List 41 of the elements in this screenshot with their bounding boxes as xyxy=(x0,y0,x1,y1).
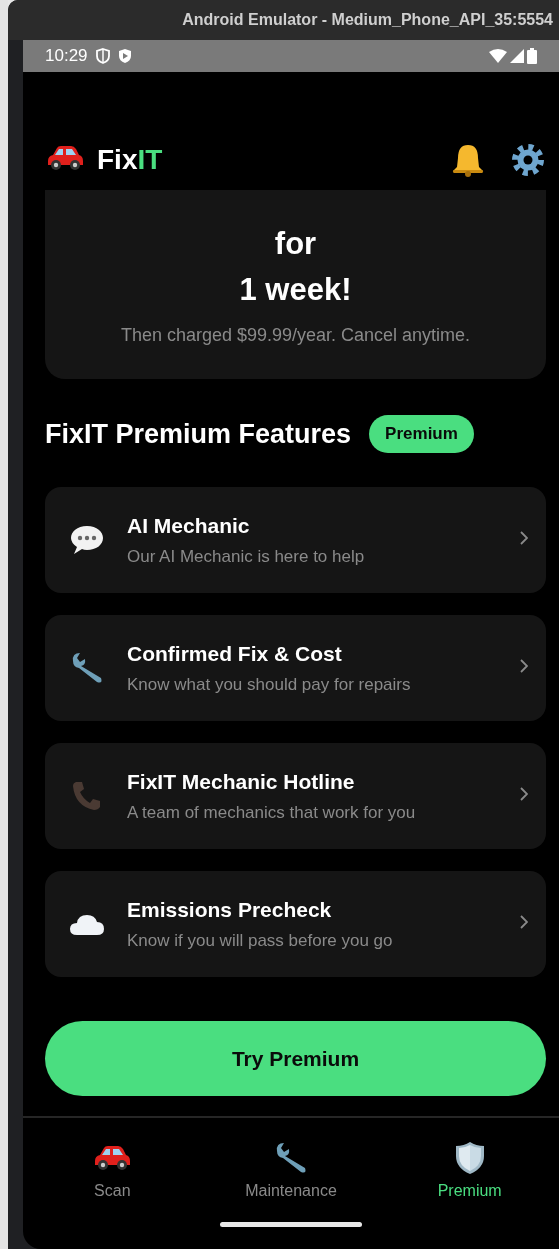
speech-bubble-icon xyxy=(69,524,105,556)
play-shield-icon xyxy=(117,48,132,64)
feature-title: Confirmed Fix & Cost xyxy=(127,641,343,666)
wrench-icon[interactable] xyxy=(274,1141,308,1175)
premium-badge: Premium xyxy=(369,415,474,453)
shield-icon[interactable] xyxy=(453,1140,486,1176)
feature-card[interactable]: AI Mechanic Our AI Mechanic is here to help xyxy=(45,487,546,593)
feature-card[interactable]: Emissions Precheck Know if you will pass before you go xyxy=(45,871,546,977)
promo-headline: 1 week! xyxy=(239,271,352,309)
feature-description: A team of mechanics that work for you xyxy=(127,802,417,823)
promo-headline: for xyxy=(274,225,317,263)
feature-title: FixIT Mechanic Hotline xyxy=(127,769,356,794)
nav-tab[interactable]: Premium xyxy=(380,1140,559,1202)
car-icon xyxy=(45,145,85,171)
car-icon[interactable] xyxy=(92,1145,133,1171)
settings-icon[interactable] xyxy=(510,142,546,178)
app-logo-text: FixIT xyxy=(97,144,163,176)
try-premium-button[interactable]: Try Premium xyxy=(45,1021,546,1096)
battery-icon xyxy=(527,48,537,64)
shield-outline-icon xyxy=(95,48,110,64)
window-title: Android Emulator - Medium_Phone_API_35:5554 xyxy=(182,11,553,29)
feature-card[interactable]: Confirmed Fix & Cost Know what you should pay for repairs xyxy=(45,615,546,721)
chevron-right-icon xyxy=(520,787,528,801)
status-time: 10:29 xyxy=(45,46,88,66)
feature-description: Our AI Mechanic is here to help xyxy=(127,546,366,567)
feature-description: Know what you should pay for repairs xyxy=(127,674,412,695)
wifi-icon xyxy=(489,49,507,63)
chevron-right-icon xyxy=(520,659,528,673)
feature-title: Emissions Precheck xyxy=(127,897,333,922)
feature-description: Know if you will pass before you go xyxy=(127,930,394,951)
signal-icon xyxy=(510,49,524,63)
chevron-right-icon xyxy=(520,531,528,545)
feature-card[interactable]: FixIT Mechanic Hotline A team of mechanics that work for you xyxy=(45,743,546,849)
nav-tab[interactable]: Maintenance xyxy=(201,1140,381,1202)
chevron-right-icon xyxy=(520,915,528,929)
promo-note: Then charged $99.99/year. Cancel anytime. xyxy=(120,325,471,346)
wrench-icon xyxy=(70,651,104,685)
bell-icon[interactable] xyxy=(450,142,486,178)
nav-tab[interactable]: Scan xyxy=(23,1140,202,1202)
section-title: FixIT Premium Features xyxy=(45,418,352,450)
feature-title: AI Mechanic xyxy=(127,513,251,538)
